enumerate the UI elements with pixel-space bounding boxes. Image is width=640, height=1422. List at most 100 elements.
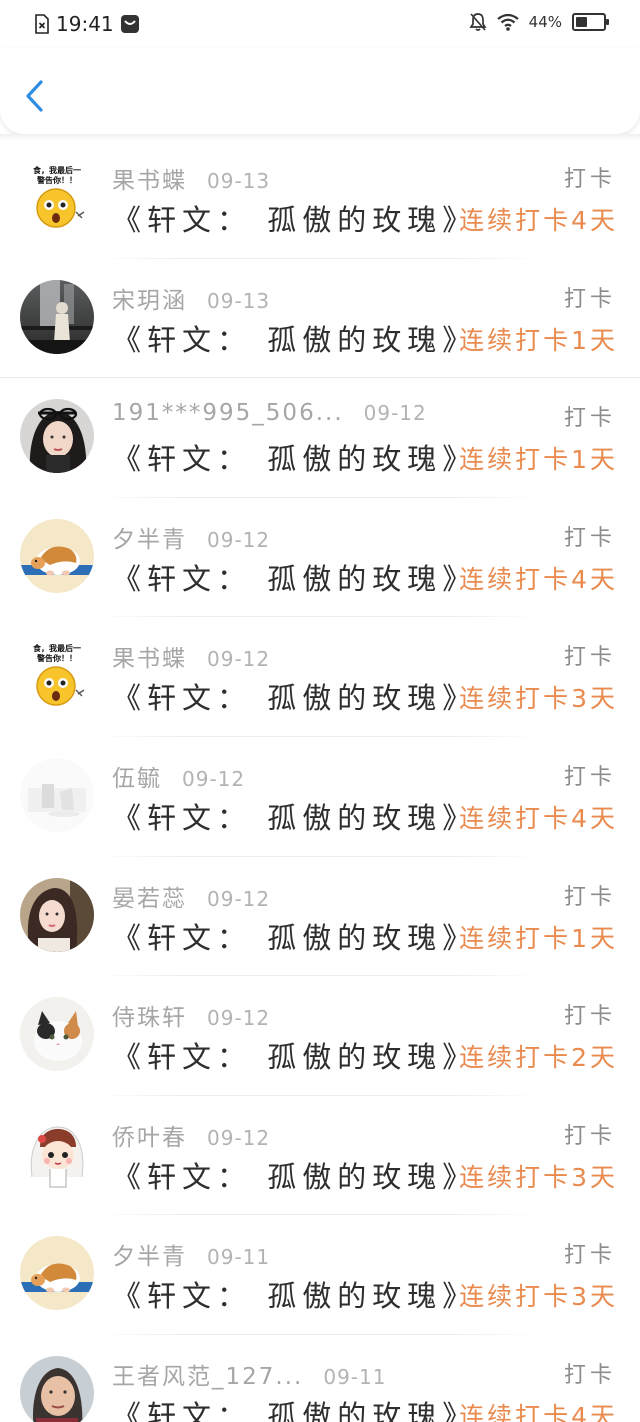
user-name[interactable]: 宋玥涵	[112, 281, 187, 315]
user-name[interactable]: 侍珠轩	[112, 998, 187, 1032]
notification-app-icon	[120, 15, 139, 33]
wifi-icon	[496, 13, 519, 31]
name-line: 夕半青 09-12	[112, 520, 270, 554]
checkin-date: 09-13	[207, 288, 271, 313]
feed-row[interactable]: 晏若蕊 09-12 《轩文： 孤傲的玫瑰》 打卡连续打卡1天	[0, 857, 640, 977]
name-line: 夕半青 09-11	[112, 1237, 270, 1271]
user-name[interactable]: 191***995_506...	[112, 400, 344, 426]
user-name[interactable]: 晏若蕊	[112, 879, 187, 913]
checkin-date: 09-11	[207, 1245, 271, 1270]
book-title[interactable]: 《轩文： 孤傲的玫瑰》	[112, 1273, 477, 1315]
sticker-caption: 警告你！！	[36, 653, 77, 663]
name-line: 侨叶春 09-12	[112, 1118, 270, 1152]
status-left: 19:41	[34, 12, 140, 36]
feed-row[interactable]: 食，我最后一 警告你！！ 果书蝶 09-12 《轩文： 孤傲的玫瑰》 打卡连续打卡3天	[0, 617, 640, 737]
avatar[interactable]	[20, 1355, 94, 1422]
checkin-feed: 食，我最后一 警告你！！ 果书蝶 09-13 《轩文： 孤傲的玫瑰》 打卡 连续打卡4天…	[0, 139, 640, 1422]
checkin-date: 09-12	[207, 647, 271, 672]
feed-row[interactable]: 侨叶春 09-12 《轩文： 孤傲的玫瑰》 打卡连续打卡3天	[0, 1096, 640, 1216]
checkin-label: 打卡	[563, 286, 616, 312]
feed-row[interactable]: 食，我最后一 警告你！！ 果书蝶 09-13 《轩文： 孤傲的玫瑰》 打卡连续打卡4天	[0, 139, 640, 259]
user-name[interactable]: 果书蝶	[112, 639, 187, 673]
user-name[interactable]: 夕半青	[112, 520, 187, 554]
checkin-date: 09-13	[207, 169, 271, 193]
feed-row[interactable]: 夕半青 09-11 《轩文： 孤傲的玫瑰》 打卡 连续打卡3天	[0, 1215, 640, 1335]
avatar[interactable]	[20, 1236, 94, 1311]
streak-badge: 连续打卡3天	[459, 1162, 618, 1192]
feed-row[interactable]: 191***995_506... 09-12 《轩文： 孤傲的玫瑰》 打卡连续打卡1天	[0, 378, 640, 498]
name-line: 宋玥涵 09-13	[112, 281, 270, 315]
streak-badge: 连续打卡4天	[459, 564, 618, 594]
book-title[interactable]: 《轩文： 孤傲的玫瑰》	[112, 317, 477, 359]
checkin-date: 09-12	[207, 886, 271, 911]
sim-error-icon	[35, 14, 49, 34]
bell-muted-icon	[469, 13, 487, 31]
streak-badge: 连续打卡2天	[459, 1043, 618, 1073]
name-line: 伍毓 09-12	[112, 759, 245, 793]
checkin-label: 打卡	[563, 1362, 616, 1388]
book-title[interactable]: 《轩文： 孤傲的玫瑰》	[112, 556, 477, 598]
status-right: 44%	[469, 12, 609, 32]
checkin-label: 打卡	[563, 645, 616, 671]
user-name[interactable]: 侨叶春	[112, 1118, 187, 1152]
feed-row[interactable]: 王者风范_127... 09-11 《轩文： 孤傲的玫瑰》 打卡 连续打卡4天	[0, 1335, 640, 1422]
feed-row[interactable]: 伍毓 09-12 《轩文： 孤傲的玫瑰》 打卡连续打卡4天	[0, 737, 640, 857]
name-line: 果书蝶 09-12	[112, 639, 270, 673]
sticker-caption: 食，我最后一	[33, 165, 81, 175]
streak-badge: 连续打卡3天	[459, 1282, 618, 1312]
checkin-label: 打卡	[563, 406, 616, 432]
checkin-label: 打卡	[563, 1004, 616, 1030]
checkin-label: 打卡	[563, 525, 616, 551]
streak-badge: 连续打卡1天	[459, 923, 618, 953]
streak-badge: 连续打卡3天	[459, 684, 618, 714]
book-title[interactable]: 《轩文： 孤傲的玫瑰》	[112, 915, 477, 957]
checkin-date: 09-12	[207, 1006, 271, 1031]
user-name[interactable]: 夕半青	[112, 1237, 187, 1271]
sticker-caption: 警告你！！	[36, 175, 77, 185]
avatar[interactable]: 食，我最后一 警告你！！	[20, 160, 94, 234]
book-title[interactable]: 《轩文： 孤傲的玫瑰》	[112, 675, 477, 717]
streak-badge: 连续打卡4天	[459, 206, 618, 235]
feed-row[interactable]: 宋玥涵 09-13 《轩文： 孤傲的玫瑰》 打卡连续打卡1天	[0, 259, 640, 379]
user-name[interactable]: 伍毓	[112, 759, 162, 793]
checkin-label: 打卡	[563, 884, 616, 910]
avatar[interactable]	[20, 757, 94, 832]
avatar[interactable]	[20, 997, 94, 1072]
book-title[interactable]: 《轩文： 孤傲的玫瑰》	[112, 436, 477, 478]
user-name[interactable]: 王者风范_127...	[112, 1357, 303, 1391]
name-line: 191***995_506... 09-12	[112, 400, 427, 426]
checkin-label: 打卡	[563, 764, 616, 790]
checkin-date: 09-11	[323, 1364, 387, 1389]
checkin-date: 09-12	[207, 527, 271, 552]
feed-row[interactable]: 侍珠轩 09-12 《轩文： 孤傲的玫瑰》 打卡连续打卡2天	[0, 976, 640, 1096]
avatar[interactable]: 食，我最后一 警告你！！	[20, 638, 94, 713]
sticker-caption: 食，我最后一	[33, 643, 81, 653]
name-line: 王者风范_127... 09-11	[112, 1357, 386, 1391]
chevron-left-icon[interactable]	[22, 78, 48, 114]
battery-icon	[572, 13, 609, 31]
checkin-date: 09-12	[207, 1125, 271, 1150]
name-line: 晏若蕊 09-12	[112, 879, 270, 913]
book-title[interactable]: 《轩文： 孤傲的玫瑰》	[112, 1034, 477, 1076]
checkin-label: 打卡	[563, 1123, 616, 1149]
avatar[interactable]	[20, 279, 94, 354]
checkin-label: 打卡	[563, 167, 616, 192]
top-nav-bar	[0, 48, 640, 134]
battery-percent: 44%	[528, 13, 562, 31]
book-title[interactable]: 《轩文： 孤傲的玫瑰》	[112, 197, 477, 239]
name-line: 侍珠轩 09-12	[112, 998, 270, 1032]
avatar[interactable]	[20, 1116, 94, 1191]
feed-row[interactable]: 夕半青 09-12 《轩文： 孤傲的玫瑰》 打卡连续打卡4天	[0, 498, 640, 618]
streak-badge: 连续打卡4天	[459, 803, 618, 833]
avatar[interactable]	[20, 518, 94, 593]
name-line: 果书蝶 09-13	[112, 161, 270, 195]
user-name[interactable]: 果书蝶	[112, 161, 187, 195]
streak-badge: 连续打卡1天	[459, 445, 618, 475]
book-title[interactable]: 《轩文： 孤傲的玫瑰》	[112, 1154, 477, 1196]
streak-badge: 连续打卡1天	[459, 325, 618, 355]
checkin-date: 09-12	[182, 766, 246, 791]
avatar[interactable]	[20, 877, 94, 952]
avatar[interactable]	[20, 399, 94, 474]
book-title[interactable]: 《轩文： 孤傲的玫瑰》	[112, 1393, 477, 1422]
book-title[interactable]: 《轩文： 孤傲的玫瑰》	[112, 795, 477, 837]
